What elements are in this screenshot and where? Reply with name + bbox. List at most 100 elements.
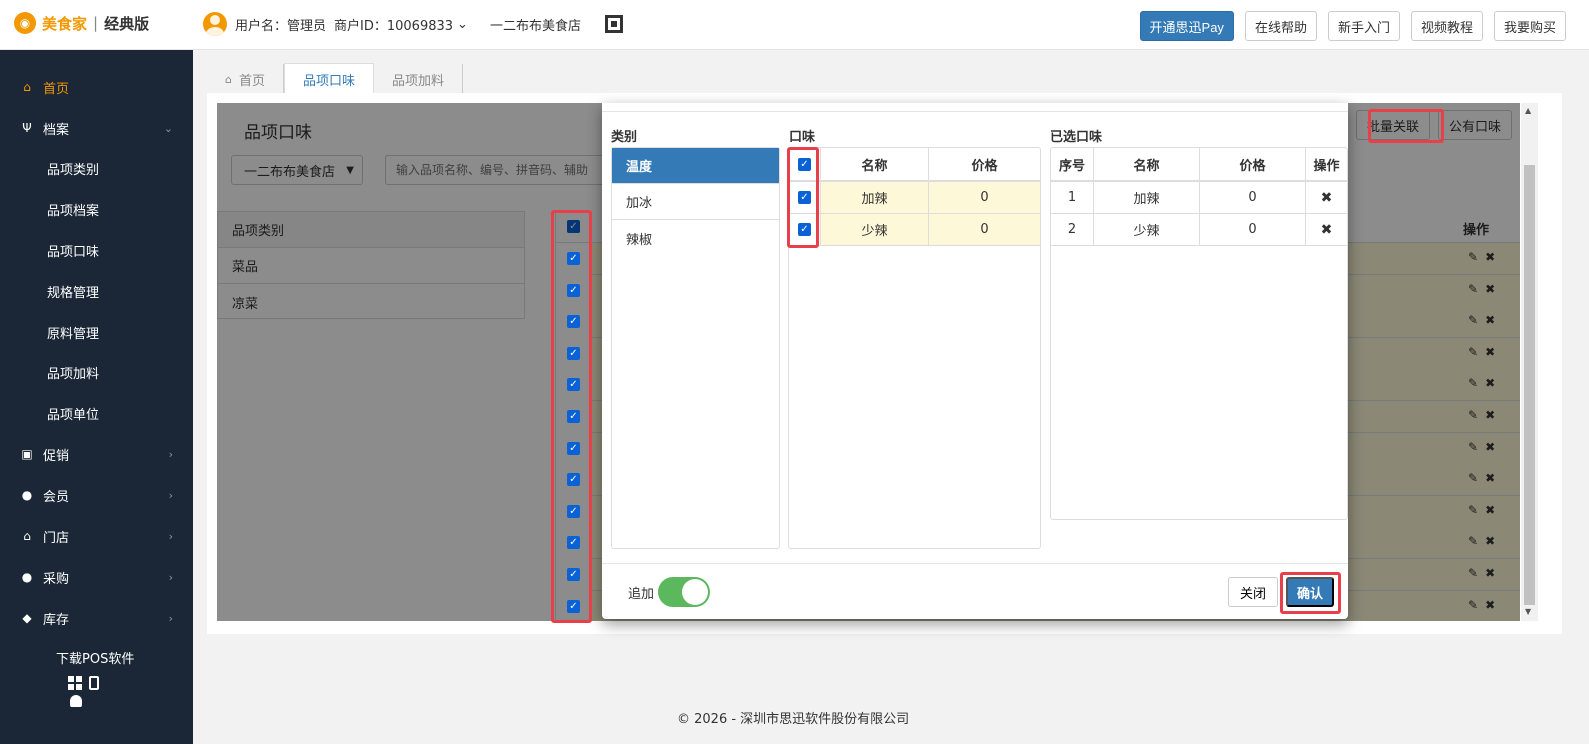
row-checkbox[interactable]: ✓ — [567, 473, 580, 487]
select-all-checkbox[interactable]: ✓ — [798, 157, 811, 171]
sidebar-item-store[interactable]: ⌂ 门店 › — [0, 516, 193, 556]
chevron-right-icon: › — [168, 529, 173, 543]
tab-addon[interactable]: 品项加料 — [374, 64, 464, 94]
sidebar-item-member[interactable]: ● 会员 › — [0, 475, 193, 515]
list-item[interactable]: 辣椒 — [612, 220, 779, 256]
list-item[interactable]: 温度 — [612, 148, 779, 184]
logo[interactable]: ◉ 美食家 | 经典版 — [14, 12, 149, 34]
scroll-down-icon[interactable]: ▼ — [1525, 607, 1531, 616]
chevron-right-icon: › — [168, 570, 173, 584]
users-icon: ● — [21, 488, 33, 502]
tablet-icon[interactable] — [89, 676, 99, 690]
taste-price: 0 — [1200, 214, 1306, 245]
taste-label: 口味 — [789, 130, 816, 145]
buy-button[interactable]: 我要购买 — [1493, 11, 1566, 41]
brand-separator: | — [93, 14, 99, 32]
sidebar-item-archive[interactable]: Ψ 档案 ⌄ — [0, 108, 193, 148]
brand-name: 美食家 — [42, 14, 88, 33]
price-header: 价格 — [971, 158, 998, 174]
append-toggle[interactable] — [658, 577, 710, 607]
tab-home[interactable]: ⌂ 首页 — [207, 64, 284, 94]
download-pos-label: 下载POS软件 — [56, 652, 135, 667]
selected-taste-table: 序号 名称 价格 操作 1 加辣 0 ✖ 2 少辣 0 ✖ — [1050, 147, 1348, 520]
row-checkbox[interactable]: ✓ — [567, 315, 580, 329]
row-checkbox[interactable]: ✓ — [567, 378, 580, 392]
row-checkbox[interactable]: ✓ — [798, 223, 811, 236]
table-row[interactable]: ✓ 加辣 0 — [789, 182, 1040, 214]
top-bar: ◉ 美食家 | 经典版 用户名：管理员 商户ID：10069833 ⌄ 一二布布… — [0, 0, 1589, 50]
sidebar-item-label: 门店 — [43, 530, 70, 546]
users-icon: ● — [21, 570, 33, 584]
row-checkbox[interactable]: ✓ — [567, 599, 580, 613]
getting-started-button[interactable]: 新手入门 — [1327, 11, 1400, 41]
row-checkbox[interactable]: ✓ — [567, 536, 580, 550]
sidebar-item-stock[interactable]: ◆ 库存 › — [0, 598, 193, 638]
table-row[interactable]: ✓ 少辣 0 — [789, 214, 1040, 246]
sidebar-item-material[interactable]: 原料管理 — [0, 312, 193, 352]
home-icon: ⌂ — [225, 72, 232, 86]
scroll-thumb[interactable] — [1524, 165, 1535, 605]
scrollbar[interactable]: ▲ ▼ — [1521, 103, 1538, 621]
table-header-row: 序号 名称 价格 操作 — [1051, 148, 1347, 182]
online-help-button[interactable]: 在线帮助 — [1244, 11, 1317, 41]
taste-price: 0 — [1200, 182, 1306, 213]
sidebar-item-unit[interactable]: 品项单位 — [0, 393, 193, 433]
remove-icon[interactable]: ✖ — [1321, 222, 1333, 238]
toggle-knob — [682, 579, 708, 605]
sidebar-item-taste[interactable]: 品项口味 — [0, 230, 193, 270]
sidebar-item-home[interactable]: ⌂ 首页 — [0, 67, 193, 107]
sidebar-item-addon[interactable]: 品项加料 — [0, 352, 193, 392]
selected-taste-label: 已选口味 — [1050, 130, 1103, 145]
avatar[interactable] — [203, 12, 227, 36]
index-header: 序号 — [1051, 148, 1094, 180]
qr-code-icon[interactable] — [604, 15, 623, 33]
row-checkbox[interactable]: ✓ — [567, 441, 580, 455]
name-header: 名称 — [1094, 148, 1200, 180]
android-icon[interactable] — [70, 695, 82, 707]
table-header-row: ✓ 名称 价格 — [789, 148, 1040, 182]
store-name: 一二布布美食店 — [489, 18, 581, 34]
copyright: © 2026 - 深圳市思迅软件股份有限公司 — [677, 712, 910, 727]
row-checkbox[interactable]: ✓ — [567, 504, 580, 518]
chevron-down-icon: ⌄ — [457, 16, 468, 32]
sidebar-item-promo[interactable]: ▣ 促销 › — [0, 434, 193, 474]
remove-icon[interactable]: ✖ — [1321, 190, 1333, 206]
sidebar-item-purchase[interactable]: ● 采购 › — [0, 557, 193, 597]
sidebar-item-label: 采购 — [43, 571, 70, 587]
scroll-up-icon[interactable]: ▲ — [1525, 106, 1531, 115]
sidebar-item-archive-file[interactable]: 品项档案 — [0, 189, 193, 229]
sidebar-item-label: 首页 — [43, 81, 70, 97]
sidebar-item-spec[interactable]: 规格管理 — [0, 271, 193, 311]
cutlery-icon: Ψ — [22, 121, 32, 135]
gift-icon: ▣ — [21, 447, 33, 461]
chevron-right-icon: › — [168, 611, 173, 625]
tab-label: 首页 — [238, 73, 265, 89]
row-checkbox[interactable]: ✓ — [567, 346, 580, 360]
user-info: 用户名：管理员 商户ID：10069833 ⌄ 一二布布美食店 — [203, 12, 623, 36]
row-checkbox[interactable]: ✓ — [567, 283, 580, 297]
taste-category-list: 温度 加冰 辣椒 — [611, 147, 780, 549]
checkbox-cell: ✓ — [789, 182, 821, 213]
remove-cell: ✖ — [1306, 182, 1347, 213]
video-tutorial-button[interactable]: 视频教程 — [1410, 11, 1483, 41]
merchant-dropdown[interactable]: 商户ID：10069833 ⌄ — [334, 15, 468, 34]
taste-name: 少辣 — [821, 214, 929, 245]
select-all-cell: ✓ — [789, 148, 821, 180]
row-checkbox[interactable]: ✓ — [567, 568, 580, 581]
brand-edition: 经典版 — [104, 14, 150, 33]
taste-name: 加辣 — [1094, 182, 1200, 213]
row-checkbox[interactable]: ✓ — [567, 410, 580, 423]
list-item[interactable]: 加冰 — [612, 184, 779, 220]
row-checkbox[interactable]: ✓ — [567, 252, 580, 265]
sidebar-item-label: 库存 — [43, 612, 70, 628]
windows-icon[interactable] — [68, 676, 82, 690]
chevron-down-icon: ⌄ — [163, 121, 173, 135]
chevron-right-icon: › — [168, 447, 173, 461]
category-label: 类别 — [611, 130, 638, 145]
confirm-button[interactable]: 确认 — [1286, 577, 1334, 607]
row-checkbox[interactable]: ✓ — [798, 191, 811, 204]
sidebar-item-category[interactable]: 品项类别 — [0, 148, 193, 188]
open-pay-button[interactable]: 开通思迅Pay — [1139, 11, 1234, 41]
tab-taste[interactable]: 品项口味 — [284, 63, 375, 94]
close-button[interactable]: 关闭 — [1228, 577, 1278, 607]
